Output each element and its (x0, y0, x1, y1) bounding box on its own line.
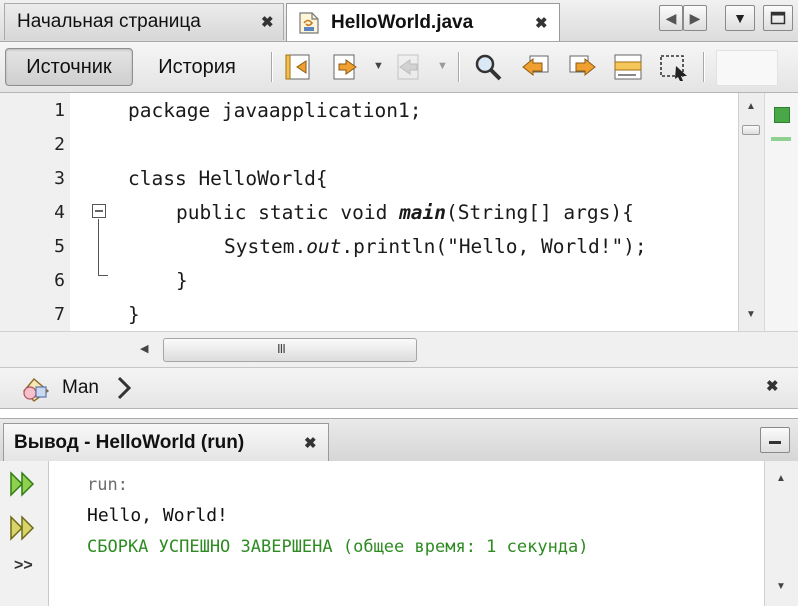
find-next-icon[interactable] (566, 52, 598, 82)
back-dropdown-icon[interactable]: ▼ (373, 60, 384, 72)
tab-output-run[interactable]: Вывод - HelloWorld (run) ✖ (3, 423, 329, 461)
history-toggle-button[interactable]: История (138, 48, 256, 86)
output-line-build-success: СБОРКА УСПЕШНО ЗАВЕРШЕНА (общее время: 1… (87, 537, 589, 557)
rectangular-selection-icon[interactable] (658, 52, 690, 82)
code-line-4: public static void main(String[] args){ (176, 201, 634, 224)
line-number: 7 (54, 304, 65, 325)
maximize-window-button[interactable] (763, 5, 793, 31)
close-icon[interactable]: ✖ (766, 377, 779, 395)
code-line-4-modifiers: public static void (176, 201, 400, 224)
toolbar-overflow-area (716, 50, 778, 86)
scroll-tabs-left-button[interactable]: ◀ (659, 5, 683, 31)
output-console[interactable]: run: Hello, World! СБОРКА УСПЕШНО ЗАВЕРШ… (49, 461, 764, 606)
no-errors-indicator[interactable] (774, 107, 790, 123)
collapse-fold-icon[interactable] (92, 204, 106, 218)
close-icon[interactable]: ✖ (304, 434, 317, 452)
code-line-3: class HelloWorld{ (128, 167, 328, 190)
code-line-1: package javaapplication1; (128, 99, 422, 122)
output-tab-title: Вывод - HelloWorld (run) (14, 431, 245, 453)
line-number-gutter: 1 2 3 4 5 6 7 (0, 93, 70, 331)
static-field-out: out (306, 235, 342, 258)
code-line-5-class: System. (224, 235, 307, 258)
back-icon[interactable] (330, 52, 362, 82)
editor-tab-bar: Начальная страница ✖ HelloWorld.java ✖ ◀… (0, 0, 798, 42)
code-line-5-call: .println("Hello, World!"); (341, 235, 647, 258)
fold-guide-end (98, 275, 108, 276)
minimize-icon (769, 441, 781, 444)
output-line-hello: Hello, World! (87, 505, 228, 526)
method-name: main (399, 201, 447, 224)
toolbar-separator (703, 52, 704, 82)
last-edit-icon[interactable] (284, 52, 316, 82)
scroll-up-icon[interactable]: ▲ (746, 101, 756, 112)
output-tab-bar: Вывод - HelloWorld (run) ✖ (0, 418, 798, 462)
show-opened-documents-button[interactable]: ▼ (725, 5, 755, 31)
rerun-with-parameters-icon[interactable] (8, 513, 38, 543)
breadcrumb-bar: Man ✖ (0, 367, 798, 409)
code-editor[interactable]: package javaapplication1; class HelloWor… (110, 93, 738, 331)
chevron-right-icon[interactable] (116, 376, 132, 400)
line-number: 6 (54, 270, 65, 291)
triangle-right-icon: ▶ (689, 9, 701, 26)
scroll-thumb[interactable] (742, 125, 760, 135)
scroll-tabs-right-button[interactable]: ▶ (683, 5, 707, 31)
class-member-icon (23, 378, 50, 402)
scroll-track[interactable] (742, 117, 760, 317)
triangle-down-icon: ▼ (733, 10, 747, 26)
fold-column (70, 93, 110, 331)
scroll-up-icon[interactable]: ▲ (776, 473, 786, 484)
horizontal-scroll-thumb[interactable]: III (163, 338, 417, 362)
grip-icon: III (277, 341, 286, 356)
breadcrumb-item-main[interactable]: Man (62, 377, 99, 399)
line-number: 4 (54, 202, 65, 223)
tab-start-page-label: Начальная страница (17, 11, 201, 32)
tab-helloworld-java[interactable]: HelloWorld.java ✖ (286, 3, 560, 41)
editor-vertical-scrollbar[interactable]: ▲ ▼ (738, 93, 765, 331)
line-number: 5 (54, 236, 65, 257)
find-previous-icon[interactable] (520, 52, 552, 82)
tab-file-label: HelloWorld.java (331, 11, 474, 33)
minimize-window-button[interactable] (760, 427, 790, 453)
error-stripe (764, 93, 798, 331)
close-icon[interactable]: ✖ (261, 13, 274, 31)
code-line-5: System.out.println("Hello, World!"); (224, 235, 647, 258)
forward-icon (397, 54, 419, 80)
more-actions-button[interactable]: >> (14, 557, 33, 575)
scroll-left-icon[interactable]: ◀ (140, 342, 148, 355)
output-side-toolbar: >> (0, 461, 49, 606)
editor-horizontal-scrollbar[interactable]: ◀ III (0, 331, 798, 368)
toolbar-separator (271, 52, 272, 82)
line-number: 3 (54, 168, 65, 189)
rerun-icon[interactable] (8, 469, 38, 499)
maximize-icon (770, 11, 786, 25)
find-icon[interactable] (472, 52, 504, 82)
code-line-7: } (128, 303, 140, 326)
triangle-left-icon: ◀ (665, 9, 677, 26)
forward-dropdown-icon: ▼ (437, 60, 448, 72)
output-line-run: run: (87, 475, 128, 495)
line-number: 1 (54, 100, 65, 121)
source-toggle-button[interactable]: Источник (5, 48, 133, 86)
toggle-highlight-search-icon[interactable] (612, 52, 644, 82)
scroll-down-icon[interactable]: ▼ (746, 309, 756, 320)
code-line-4-params: (String[] args){ (446, 201, 634, 224)
editor-toolbar: Источник История ▼ ▼ (0, 42, 798, 93)
line-number: 2 (54, 134, 65, 155)
output-vertical-scrollbar[interactable]: ▲ ▼ (764, 461, 798, 606)
close-icon[interactable]: ✖ (535, 14, 548, 32)
java-file-icon (299, 12, 319, 34)
tab-start-page[interactable]: Начальная страница ✖ (4, 3, 284, 40)
fold-guide-line (98, 219, 99, 275)
error-stripe-marker[interactable] (771, 137, 791, 141)
code-line-6: } (176, 269, 188, 292)
scroll-down-icon[interactable]: ▼ (776, 581, 786, 592)
toolbar-separator (458, 52, 459, 82)
